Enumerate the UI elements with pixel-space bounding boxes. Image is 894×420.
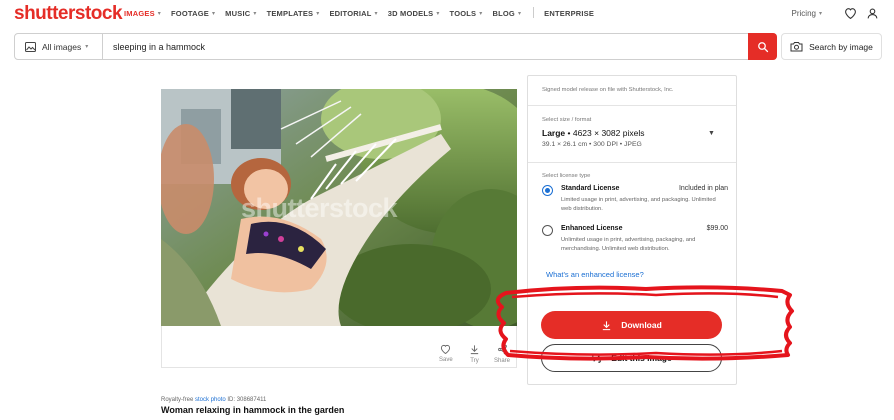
nav-link-label: TOOLS (449, 9, 477, 18)
standard-license-option[interactable]: Standard License Included in plan Limite… (542, 185, 728, 221)
stock-photo[interactable]: shutterstock (161, 89, 517, 326)
nav-links: IMAGES ▾ FOOTAGE ▾ MUSIC ▾ TEMPLATES ▾ EDITORIAL… (124, 7, 604, 19)
nav-link-label: MUSIC (225, 9, 251, 18)
divider (528, 294, 736, 295)
chevron-down-icon: ▾ (316, 11, 320, 17)
size-label: Select size / format (542, 117, 592, 123)
nav-link-images[interactable]: IMAGES ▾ (124, 8, 161, 19)
search-bar: All images ▾ sleeping in a hammock (14, 33, 777, 60)
search-by-image-button[interactable]: Search by image (781, 33, 882, 60)
size-detail: 39.1 × 26.1 cm • 300 DPI • JPEG (542, 141, 642, 148)
edit-icon (592, 353, 601, 363)
enhanced-license-price: $99.00 (706, 225, 728, 232)
image-icon (25, 41, 36, 52)
enhanced-license-desc: Unlimited usage in print, advertising, p… (561, 237, 696, 252)
nav-link-label: ENTERPRISE (544, 9, 595, 18)
search-input[interactable]: sleeping in a hammock (103, 42, 776, 52)
standard-license-price: Included in plan (678, 185, 728, 192)
enhanced-license-option[interactable]: Enhanced License $99.00 Unlimited usage … (542, 225, 728, 261)
chevron-down-icon: ▾ (211, 11, 216, 17)
license-label: Select license type (542, 173, 591, 179)
size-name: Large (542, 128, 566, 138)
photo-id: ID: 308687411 (227, 397, 267, 403)
heart-icon[interactable] (842, 5, 858, 21)
share-button[interactable]: Share (494, 344, 510, 364)
nav-link-label: 3D MODELS (387, 9, 434, 18)
nav-right: Pricing ▾ (792, 5, 880, 21)
search-icon (757, 41, 768, 52)
photo-actions-bar (161, 326, 517, 368)
pricing-menu[interactable]: Pricing ▾ (792, 9, 822, 18)
shutterstock-logo[interactable]: shutterstock (14, 3, 123, 25)
standard-license-desc: Limited usage in print, advertising, and… (561, 197, 716, 212)
search-type-dropdown[interactable]: All images ▾ (15, 34, 103, 59)
photo-caption: Royalty-free stock photo ID: 308687411 W… (161, 397, 344, 415)
nav-link-editorial[interactable]: EDITORIAL ▾ (329, 8, 377, 19)
model-release-note: Signed model release on file with Shutte… (542, 87, 674, 93)
top-nav: shutterstock IMAGES ▾ FOOTAGE ▾ MUSIC ▾ TEMPLA… (0, 0, 894, 26)
download-icon (470, 345, 479, 355)
watermark: shutterstock (241, 193, 398, 223)
nav-link-enterprise[interactable]: ENTERPRISE (544, 8, 594, 19)
camera-icon (790, 42, 803, 52)
chevron-down-icon: ▾ (374, 11, 378, 17)
standard-license-name: Standard License (561, 185, 620, 192)
enhanced-license-name: Enhanced License (561, 225, 623, 232)
nav-link-footage[interactable]: FOOTAGE ▾ (171, 8, 215, 19)
chevron-down-icon: ▾ (436, 11, 440, 17)
enhanced-license-link[interactable]: What's an enhanced license? (546, 270, 644, 279)
try-button[interactable]: Try (469, 344, 480, 364)
divider (528, 105, 736, 106)
divider (528, 162, 736, 163)
nav-link-label: BLOG (492, 9, 515, 18)
nav-link-tools[interactable]: TOOLS ▾ (450, 8, 483, 19)
nav-link-music[interactable]: MUSIC ▾ (225, 8, 256, 19)
chevron-down-icon[interactable]: ▼ (708, 130, 715, 137)
search-button[interactable] (748, 33, 777, 60)
heart-icon (441, 344, 451, 354)
share-label: Share (494, 358, 511, 364)
chevron-down-icon: ▾ (517, 11, 522, 17)
save-label: Save (439, 357, 453, 363)
download-button[interactable]: Download (541, 311, 722, 339)
nav-separator (533, 7, 535, 18)
stock-photo-link[interactable]: stock photo (195, 397, 226, 403)
nav-link-label: TEMPLATES (266, 9, 314, 18)
download-label: Download (621, 320, 662, 330)
nav-link-blog[interactable]: BLOG ▾ (492, 8, 521, 19)
nav-link-label: EDITORIAL (329, 9, 372, 18)
try-label: Try (470, 358, 479, 364)
nav-link-label: FOOTAGE (171, 9, 209, 18)
nav-link-templates[interactable]: TEMPLATES ▾ (267, 8, 320, 19)
standard-license-radio[interactable] (542, 185, 553, 196)
chevron-down-icon: ▾ (85, 44, 89, 50)
share-icon (497, 344, 507, 355)
chevron-down-icon: ▾ (253, 11, 257, 17)
account-icon[interactable] (864, 5, 880, 21)
chevron-down-icon: ▾ (818, 10, 822, 17)
photo-title: Woman relaxing in hammock in the garden (161, 405, 345, 415)
pricing-label: Pricing (791, 8, 816, 18)
caption-meta: Royalty-free stock photo ID: 308687411 (161, 397, 344, 403)
chevron-down-icon: ▾ (157, 11, 162, 17)
edit-image-button[interactable]: Edit this image (541, 344, 722, 372)
search-type-label: All images (42, 41, 82, 52)
enhanced-license-radio[interactable] (542, 225, 553, 236)
save-button[interactable]: Save (439, 344, 453, 363)
chevron-down-icon: ▾ (479, 11, 483, 17)
size-dims: • 4623 × 3082 pixels (565, 128, 645, 138)
search-by-image-label: Search by image (809, 41, 873, 52)
nav-link-3d-models[interactable]: 3D MODELS ▾ (388, 8, 440, 19)
caption-prefix: Royalty-free (161, 397, 194, 403)
download-icon (603, 320, 611, 330)
nav-link-label: IMAGES (124, 9, 155, 18)
edit-label: Edit this image (611, 353, 672, 363)
size-dropdown[interactable]: Large • 4623 × 3082 pixels (542, 128, 644, 138)
